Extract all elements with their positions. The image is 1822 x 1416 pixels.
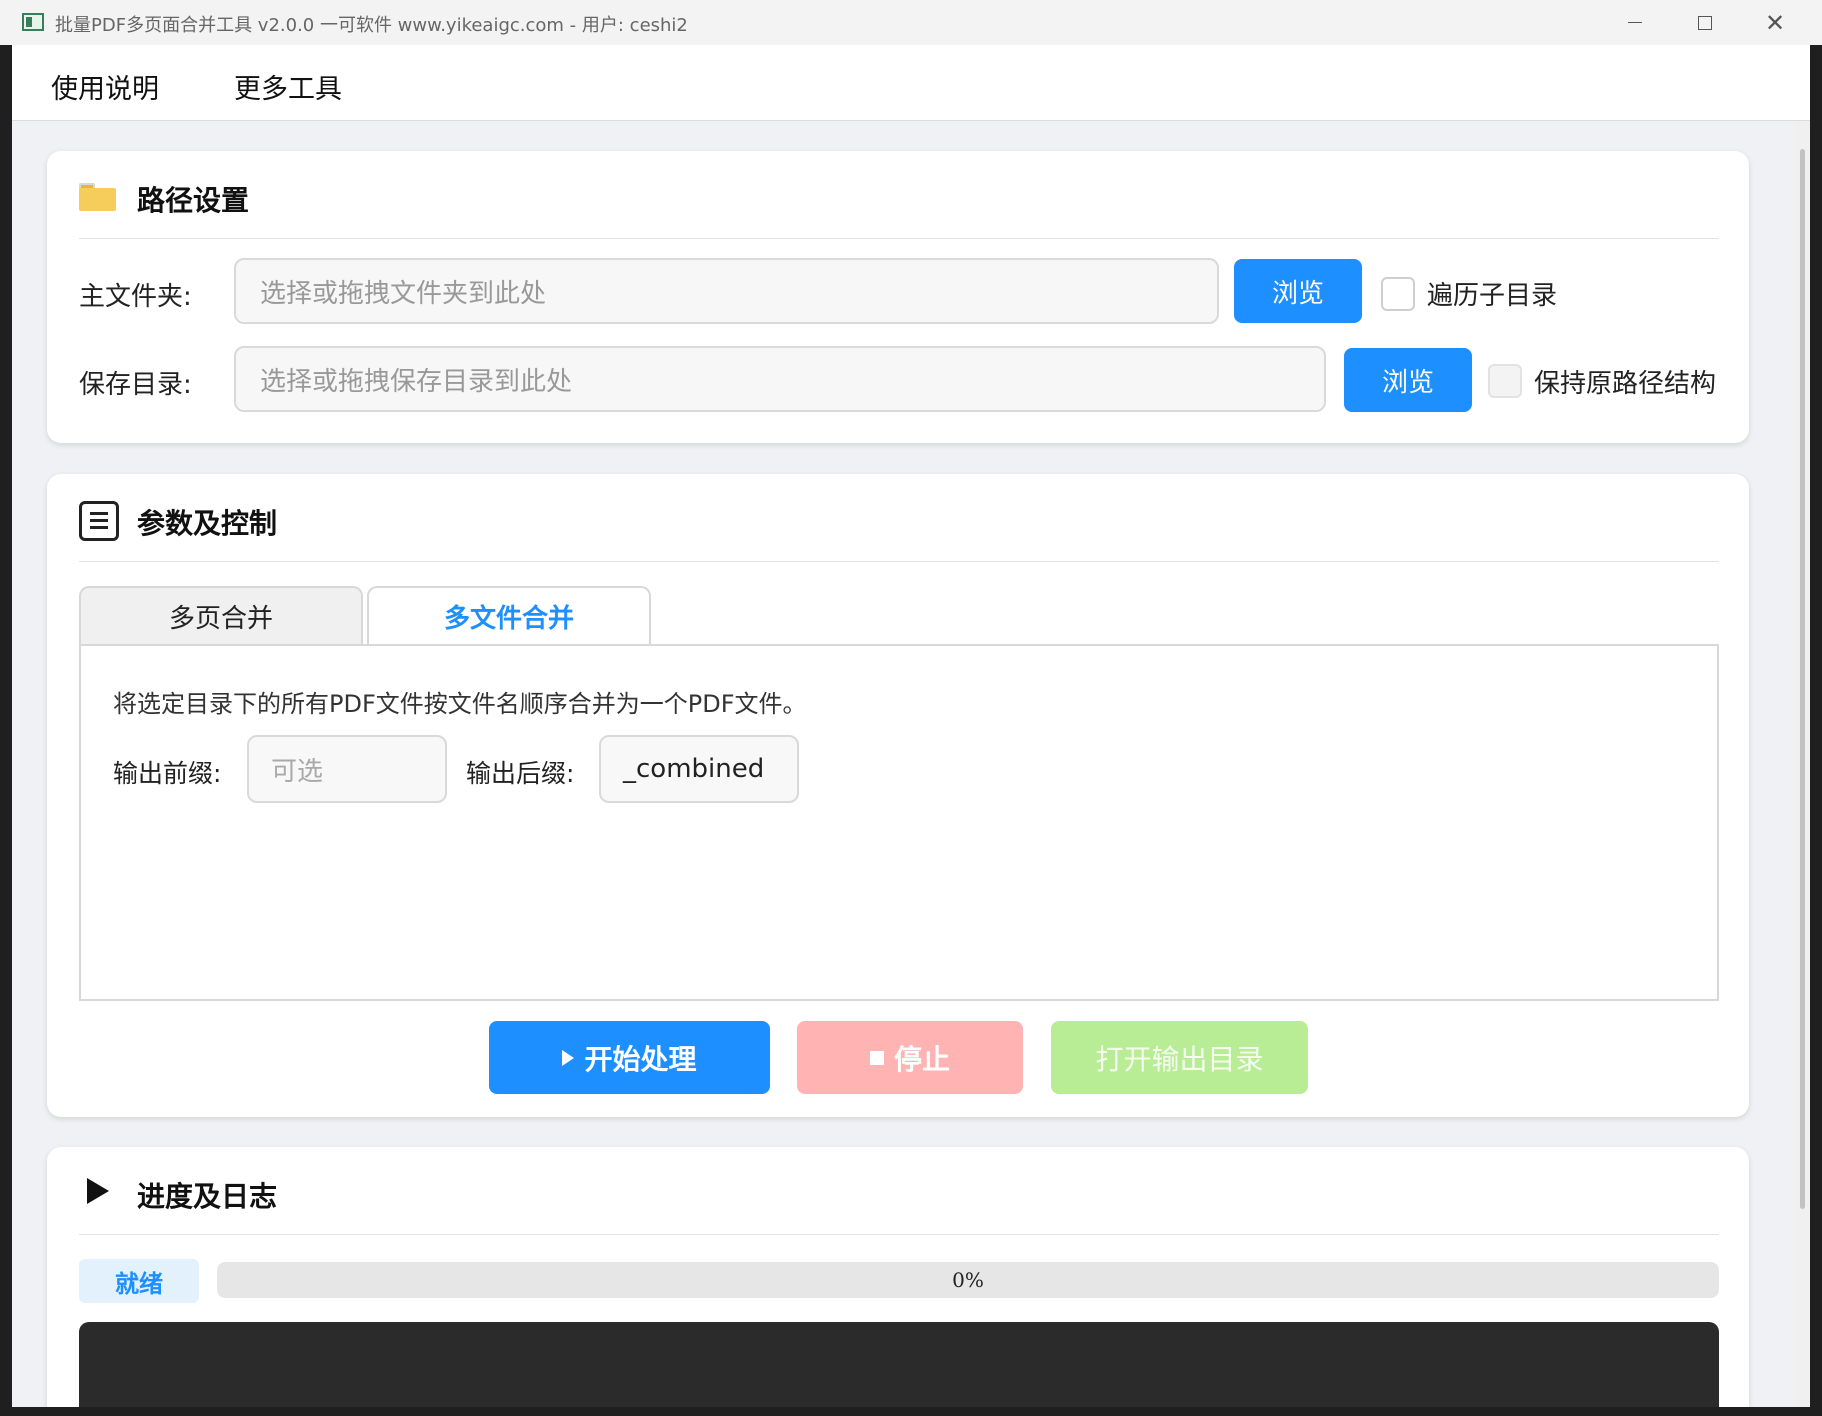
- path-settings-header: 路径设置: [79, 151, 1719, 239]
- progress-log-title: 进度及日志: [137, 1180, 278, 1213]
- menu-item-instructions[interactable]: 使用说明: [51, 67, 159, 106]
- app-window: 使用说明 更多工具 路径设置 主文件夹: 选择或拖拽文件夹到此处 浏览 遍历子目…: [12, 45, 1810, 1407]
- merge-description: 将选定目录下的所有PDF文件按文件名顺序合并为一个PDF文件。: [113, 690, 807, 718]
- progress-log-header: 进度及日志: [79, 1147, 1719, 1235]
- progress-text: 0%: [952, 1268, 984, 1292]
- keep-structure-label: 保持原路径结构: [1534, 369, 1717, 399]
- title-bar: 批量PDF多页面合并工具 v2.0.0 一可软件 www.yikeaigc.co…: [0, 0, 1822, 45]
- save-dir-label: 保存目录:: [79, 370, 192, 400]
- keep-structure-checkbox[interactable]: [1488, 364, 1522, 398]
- params-header: 参数及控制: [79, 474, 1719, 562]
- progress-bar: 0%: [217, 1262, 1719, 1298]
- params-title: 参数及控制: [137, 507, 278, 540]
- close-icon: ✕: [1764, 8, 1786, 37]
- progress-log-card: 进度及日志 就绪 0%: [47, 1147, 1749, 1407]
- tab-panel: 将选定目录下的所有PDF文件按文件名顺序合并为一个PDF文件。 输出前缀: 可选…: [79, 644, 1719, 1001]
- path-settings-title: 路径设置: [137, 184, 250, 217]
- save-dir-browse-button[interactable]: 浏览: [1344, 348, 1472, 412]
- folder-icon: [79, 183, 116, 211]
- vertical-scrollbar[interactable]: [1794, 121, 1810, 1407]
- app-icon: [22, 13, 44, 31]
- maximize-button[interactable]: [1670, 0, 1740, 45]
- status-badge: 就绪: [79, 1259, 199, 1303]
- window-title: 批量PDF多页面合并工具 v2.0.0 一可软件 www.yikeaigc.co…: [55, 15, 688, 36]
- main-folder-input[interactable]: 选择或拖拽文件夹到此处: [234, 258, 1219, 324]
- traverse-subdir-label: 遍历子目录: [1427, 281, 1558, 311]
- log-area[interactable]: [79, 1322, 1719, 1407]
- prefix-label: 输出前缀:: [113, 759, 222, 788]
- menu-bar: 使用说明 更多工具: [12, 45, 1810, 121]
- maximize-icon: [1698, 15, 1712, 30]
- main-folder-label: 主文件夹:: [79, 282, 192, 312]
- menu-item-more-tools[interactable]: 更多工具: [234, 67, 342, 106]
- start-button-label: 开始处理: [584, 1042, 697, 1076]
- tab-multi-file-merge[interactable]: 多文件合并: [367, 586, 651, 644]
- traverse-subdir-checkbox[interactable]: [1381, 277, 1415, 311]
- suffix-input[interactable]: _combined: [599, 735, 799, 803]
- main-folder-browse-button[interactable]: 浏览: [1234, 259, 1362, 323]
- path-settings-card: 路径设置 主文件夹: 选择或拖拽文件夹到此处 浏览 遍历子目录 保存目录: 选择…: [47, 151, 1749, 443]
- minimize-icon: [1628, 21, 1642, 24]
- list-icon: [79, 501, 119, 541]
- prefix-input[interactable]: 可选: [247, 735, 447, 803]
- params-card: 参数及控制 多页合并 多文件合并 将选定目录下的所有PDF文件按文件名顺序合并为…: [47, 474, 1749, 1117]
- scrollbar-thumb[interactable]: [1800, 149, 1805, 1209]
- open-output-button[interactable]: 打开输出目录: [1051, 1021, 1308, 1094]
- close-button[interactable]: ✕: [1740, 0, 1810, 45]
- suffix-label: 输出后缀:: [466, 759, 575, 788]
- tab-multi-page-merge[interactable]: 多页合并: [79, 586, 363, 644]
- play-icon: [562, 1049, 575, 1066]
- play-icon: [87, 1178, 109, 1204]
- minimize-button[interactable]: [1600, 0, 1670, 45]
- stop-button[interactable]: 停止: [797, 1021, 1023, 1094]
- stop-icon: [869, 1050, 884, 1065]
- stop-button-label: 停止: [893, 1042, 950, 1076]
- start-button[interactable]: 开始处理: [489, 1021, 770, 1094]
- save-dir-input[interactable]: 选择或拖拽保存目录到此处: [234, 346, 1326, 412]
